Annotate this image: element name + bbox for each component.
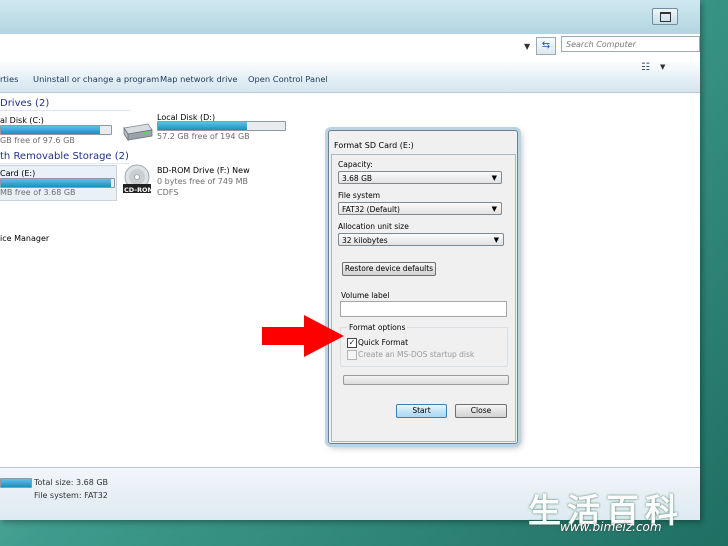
details-file-system: File system: FAT32 <box>34 491 108 500</box>
address-dropdown-icon[interactable]: ▼ <box>524 42 530 51</box>
details-usage-bar <box>0 478 32 488</box>
drive-c-usage-fill <box>1 126 100 134</box>
title-bar <box>0 0 700 34</box>
maximize-icon <box>660 12 671 22</box>
volume-label-label: Volume label <box>341 291 390 300</box>
allocation-unit-select[interactable]: 32 kilobytes ▼ <box>338 233 504 246</box>
drive-c-name[interactable]: al Disk (C:) <box>0 116 44 125</box>
allocation-unit-label: Allocation unit size <box>338 222 409 231</box>
drive-f-filesystem: CDFS <box>157 188 179 197</box>
open-control-panel-button[interactable]: Open Control Panel <box>248 74 328 84</box>
capacity-value: 3.68 GB <box>342 174 373 183</box>
drive-e-usage-fill <box>1 179 111 187</box>
removable-storage-header[interactable]: th Removable Storage (2) <box>0 151 129 162</box>
section-divider <box>0 163 130 164</box>
watermark-url: www.bimeiz.com <box>560 520 662 534</box>
close-button[interactable]: Close <box>455 404 507 418</box>
format-options-label: Format options <box>347 323 408 332</box>
drive-e-usage-bar <box>0 178 115 188</box>
drive-d-usage-fill <box>158 122 247 130</box>
details-total-size: Total size: 3.68 GB <box>34 478 109 487</box>
format-progress-bar <box>343 375 509 385</box>
drive-e-free: MB free of 3.68 GB <box>0 188 76 197</box>
details-usage-fill <box>1 479 31 487</box>
restore-defaults-button[interactable]: Restore device defaults <box>342 262 436 276</box>
refresh-button[interactable]: ⇆ <box>536 37 556 55</box>
hard-drives-header[interactable]: Drives (2) <box>0 98 49 109</box>
drive-f-name[interactable]: BD-ROM Drive (F:) New <box>157 166 250 175</box>
drive-d-free: 57.2 GB free of 194 GB <box>157 132 250 141</box>
hard-disk-icon <box>123 123 153 142</box>
view-options-icon[interactable]: ☷ <box>641 62 650 73</box>
chevron-down-icon: ▼ <box>493 236 499 244</box>
format-options-group <box>340 327 508 367</box>
properties-button[interactable]: rties <box>0 74 18 84</box>
msdos-startup-label: Create an MS-DOS startup disk <box>358 350 475 359</box>
device-manager-item[interactable]: ice Manager <box>0 234 49 243</box>
chevron-down-icon: ▼ <box>491 205 497 213</box>
msdos-startup-checkbox[interactable] <box>347 350 357 360</box>
uninstall-program-button[interactable]: Uninstall or change a program <box>33 74 159 84</box>
dialog-title: Format SD Card (E:) <box>334 141 414 150</box>
refresh-icon: ⇆ <box>541 40 551 51</box>
file-system-label: File system <box>338 191 381 200</box>
search-input[interactable]: Search Computer <box>561 36 700 52</box>
capacity-label: Capacity: <box>338 160 373 169</box>
red-arrow-icon <box>262 315 344 357</box>
checkmark-icon: ✓ <box>348 338 356 347</box>
drive-d-usage-bar <box>157 121 286 131</box>
drive-e-name[interactable]: Card (E:) <box>0 169 35 178</box>
maximize-button[interactable] <box>652 8 678 25</box>
quick-format-checkbox[interactable]: ✓ <box>347 338 357 348</box>
chevron-down-icon[interactable]: ▼ <box>660 63 665 71</box>
section-divider <box>0 110 130 111</box>
drive-c-free: GB free of 97.6 GB <box>0 136 75 145</box>
start-button[interactable]: Start <box>396 404 447 418</box>
cd-rom-icon-label: CD-ROM <box>124 186 154 194</box>
quick-format-label[interactable]: Quick Format <box>358 338 408 347</box>
drive-c-usage-bar <box>0 125 112 135</box>
drive-f-free: 0 bytes free of 749 MB <box>157 177 248 186</box>
file-system-select[interactable]: FAT32 (Default) ▼ <box>338 202 502 215</box>
allocation-unit-value: 32 kilobytes <box>342 236 388 245</box>
map-network-drive-button[interactable]: Map network drive <box>160 74 237 84</box>
capacity-select[interactable]: 3.68 GB ▼ <box>338 171 502 184</box>
volume-label-input[interactable] <box>340 301 507 317</box>
file-system-value: FAT32 (Default) <box>342 205 400 214</box>
chevron-down-icon: ▼ <box>491 174 497 182</box>
